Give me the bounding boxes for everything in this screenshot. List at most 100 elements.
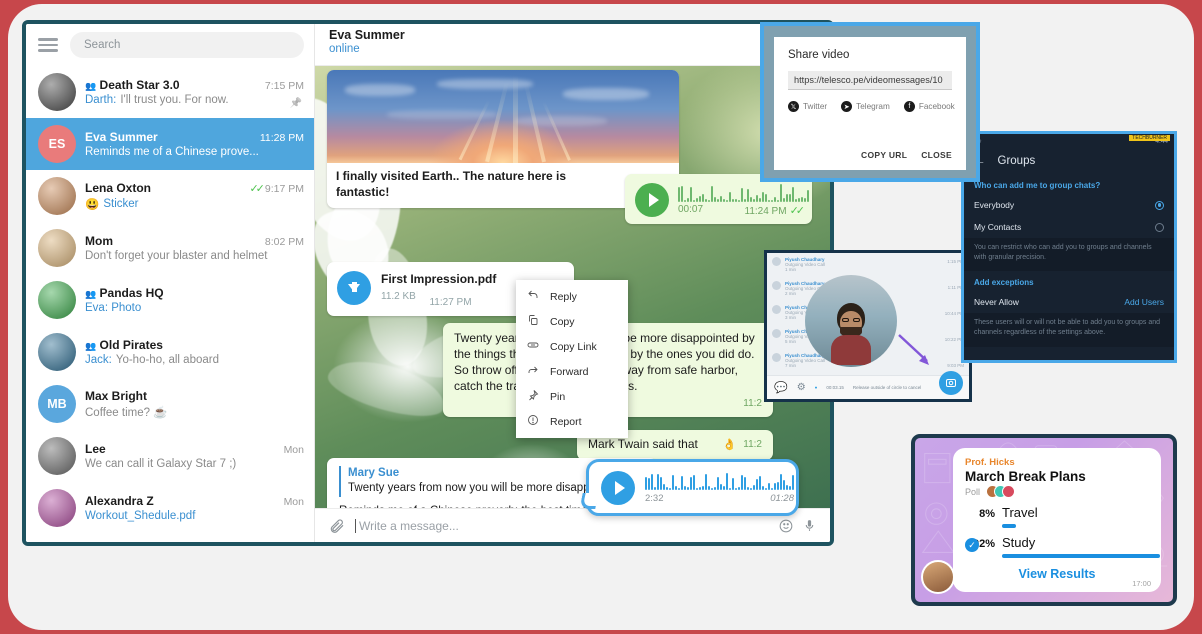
avatar[interactable] — [38, 489, 76, 527]
privacy-option-my-contacts[interactable]: My Contacts — [964, 216, 1174, 238]
waveform-bar — [792, 186, 794, 202]
search-input[interactable]: Search — [70, 32, 304, 58]
chat-item-title: 👥 Old Pirates — [85, 338, 163, 352]
floating-voice-player[interactable]: 2:32 01:28 — [586, 459, 799, 516]
exceptions-note: These users will or will not be able to … — [964, 313, 1174, 347]
conversation-header[interactable]: Eva Summer online — [315, 24, 830, 66]
video-call-preview[interactable] — [805, 275, 897, 367]
context-menu-item-copy-link[interactable]: Copy Link — [516, 334, 628, 359]
gear-icon[interactable]: ⚙ — [797, 382, 806, 393]
chat-list[interactable]: 👥 Death Star 3.0 7:15 PM Darth: I'll trust … — [26, 66, 314, 534]
photo-attachment[interactable] — [327, 70, 679, 163]
message-text: Mark Twain said that — [588, 437, 698, 451]
chat-item-preview: Darth: I'll trust you. For now. — [85, 94, 304, 106]
poll-question: March Break Plans — [965, 469, 1086, 484]
chat-list-item[interactable]: MB Max Bright Coffee time? ☕ — [26, 378, 314, 430]
share-facebook-button[interactable]: f Facebook — [903, 101, 955, 112]
chat-list-item[interactable]: Lee Mon We can call it Galaxy Star 7 ;) — [26, 430, 314, 482]
emoji-icon[interactable] — [779, 519, 793, 533]
poll-option-travel[interactable]: 8% Travel — [965, 505, 1149, 528]
download-icon[interactable] — [337, 271, 371, 305]
avatar[interactable] — [38, 229, 76, 267]
privacy-option-everybody[interactable]: Everybody — [964, 194, 1174, 216]
chat-bubble-icon[interactable]: 💬 — [774, 381, 788, 394]
waveform-bar — [723, 198, 725, 202]
conversation-title: Eva Summer — [329, 28, 405, 42]
copy-icon — [527, 314, 539, 329]
chat-list-item[interactable]: 👥 Pandas HQ Eva: Photo — [26, 274, 314, 326]
waveform-bar — [807, 189, 809, 202]
poll-bubble[interactable]: Prof. Hicks March Break Plans Poll 8% Tra… — [953, 448, 1161, 592]
waveform-bar — [774, 482, 776, 490]
avatar[interactable]: MB — [38, 385, 76, 423]
chat-item-title-row: Max Bright — [85, 389, 304, 403]
play-icon[interactable] — [635, 183, 669, 217]
waveform-bar — [756, 478, 758, 490]
chat-list-item[interactable]: 👥 Death Star 3.0 7:15 PM Darth: I'll trust … — [26, 66, 314, 118]
context-menu-item-reply[interactable]: Reply — [516, 284, 628, 309]
waveform-bar — [651, 473, 653, 490]
paperclip-icon[interactable] — [329, 518, 345, 534]
waveform-bar — [738, 199, 740, 202]
video-record-icon[interactable] — [939, 371, 963, 395]
chat-list-item[interactable]: Mom 8:02 PM Don't forget your blaster and … — [26, 222, 314, 274]
play-icon[interactable] — [601, 470, 635, 505]
waveform-bar — [789, 485, 791, 490]
chat-item-title-row: 👥 Death Star 3.0 7:15 PM — [85, 78, 304, 92]
never-allow-row[interactable]: Never Allow Add Users — [964, 291, 1174, 313]
avatar[interactable] — [38, 437, 76, 475]
chat-item-title-row: Lena Oxton ✓✓ 9:17 PM — [85, 181, 304, 195]
chat-item-title: Lee — [85, 442, 106, 456]
share-url-field[interactable]: https://telesco.pe/videomessages/10 — [788, 71, 952, 90]
waveform-bar — [783, 479, 785, 490]
chat-item-title-row: Alexandra Z Mon — [85, 494, 304, 508]
chat-list-item[interactable]: Alexandra Z Mon Workout_Shedule.pdf — [26, 482, 314, 534]
avatar[interactable] — [38, 73, 76, 111]
share-twitter-button[interactable]: 𝕏 Twitter — [788, 101, 827, 112]
waveform-bar — [708, 199, 710, 202]
waveform-bar — [687, 486, 689, 490]
waveform[interactable] — [645, 472, 794, 490]
add-users-button[interactable]: Add Users — [1124, 297, 1164, 307]
share-video-dialog[interactable]: Share video https://telesco.pe/videomess… — [760, 22, 980, 182]
poll-option-study[interactable]: 92% Study — [965, 535, 1161, 558]
context-menu-item-report[interactable]: Report — [516, 409, 628, 434]
preview-text: Reminds me of a Chinese prove... — [85, 146, 259, 158]
privacy-options[interactable]: Everybody My Contacts — [964, 194, 1174, 238]
poll-options[interactable]: 8% Travel 92% Study — [965, 505, 1161, 558]
avatar[interactable] — [38, 281, 76, 319]
copy-url-button[interactable]: COPY URL — [861, 150, 907, 160]
waveform-bar — [780, 473, 782, 490]
chat-list-item[interactable]: ES Eva Summer 11:28 PM Reminds me of a Chin… — [26, 118, 314, 170]
message-input[interactable]: Write a message... — [355, 518, 769, 533]
chat-item-title: Lena Oxton — [85, 181, 152, 195]
context-menu-item-label: Forward — [550, 365, 589, 378]
waveform-bar — [768, 482, 770, 490]
message-context-menu[interactable]: Reply Copy Copy Link Forward Pin Report — [516, 280, 628, 438]
call-duration: 2 min — [785, 291, 797, 296]
waveform-bar — [798, 197, 800, 202]
hamburger-menu-icon[interactable] — [38, 38, 58, 52]
microphone-icon[interactable] — [803, 518, 816, 533]
view-results-button[interactable]: View Results — [965, 567, 1149, 581]
avatar[interactable] — [38, 177, 76, 215]
avatar[interactable]: ES — [38, 125, 76, 163]
waveform[interactable] — [678, 183, 809, 202]
chat-item-body: Eva Summer 11:28 PM Reminds me of a Chines… — [85, 130, 304, 158]
context-menu-item-pin[interactable]: Pin — [516, 384, 628, 409]
avatar[interactable] — [38, 333, 76, 371]
call-history-item[interactable]: Piyush Chaudhary Outgoing Video Call 1 min… — [772, 257, 964, 272]
preview-text: I'll trust you. For now. — [120, 94, 229, 106]
share-telegram-button[interactable]: ➤ Telegram — [841, 101, 890, 112]
context-menu-item-forward[interactable]: Forward — [516, 359, 628, 384]
waveform-bar — [660, 476, 662, 490]
poll-message-card: Prof. Hicks March Break Plans Poll 8% Tra… — [911, 434, 1177, 606]
waveform-bar — [759, 475, 761, 490]
chat-list-item[interactable]: 👥 Old Pirates Jack: Yo-ho-ho, all aboard — [26, 326, 314, 378]
chat-list-item[interactable]: Lena Oxton ✓✓ 9:17 PM 😃 Sticker — [26, 170, 314, 222]
context-menu-item-copy[interactable]: Copy — [516, 309, 628, 334]
radio-button[interactable] — [1155, 200, 1164, 210]
radio-button[interactable] — [1155, 222, 1164, 232]
close-button[interactable]: CLOSE — [921, 150, 952, 160]
waveform-bar — [771, 199, 773, 202]
